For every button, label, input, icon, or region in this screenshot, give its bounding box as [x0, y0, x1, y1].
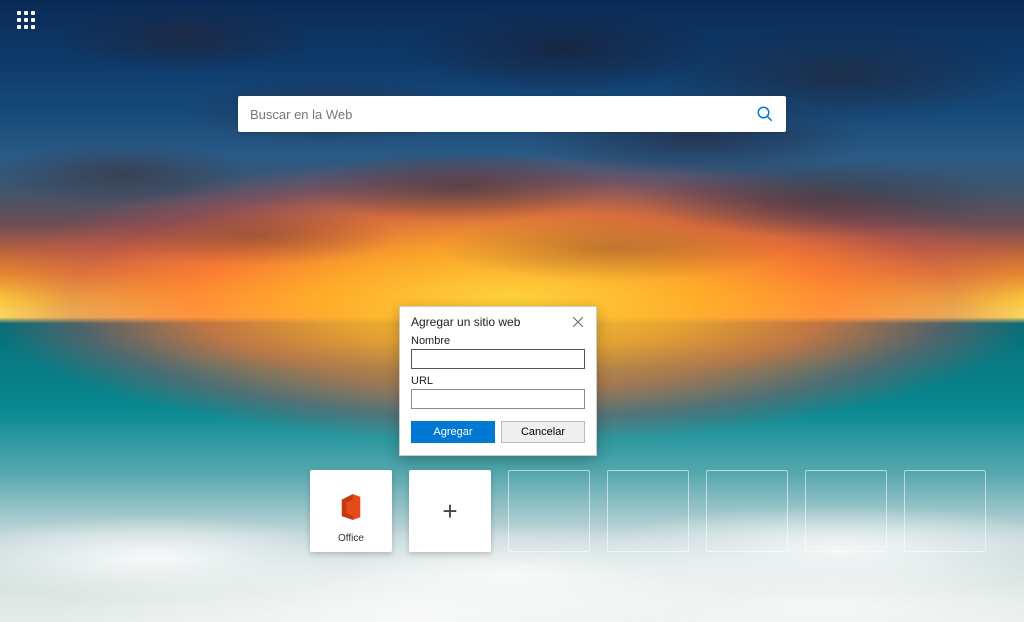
- cancel-button[interactable]: Cancelar: [501, 421, 585, 443]
- search-icon[interactable]: [756, 105, 774, 123]
- tile-office[interactable]: Office: [310, 470, 392, 552]
- url-label: URL: [411, 375, 585, 387]
- tile-placeholder: [904, 470, 986, 552]
- submit-button[interactable]: Agregar: [411, 421, 495, 443]
- tile-placeholder: [805, 470, 887, 552]
- apps-grid-icon[interactable]: [14, 8, 38, 32]
- name-label: Nombre: [411, 335, 585, 347]
- tile-placeholder: [508, 470, 590, 552]
- add-tile-button[interactable]: +: [409, 470, 491, 552]
- search-bar[interactable]: [238, 96, 786, 132]
- office-logo: [340, 494, 362, 520]
- search-input[interactable]: [250, 107, 756, 122]
- tile-placeholder: [607, 470, 689, 552]
- name-field[interactable]: [411, 349, 585, 369]
- close-icon[interactable]: [571, 315, 585, 329]
- tile-placeholder: [706, 470, 788, 552]
- quick-links: Office +: [310, 470, 491, 552]
- plus-icon: +: [442, 498, 457, 524]
- dialog-title: Agregar un sitio web: [411, 315, 520, 329]
- url-field[interactable]: [411, 389, 585, 409]
- add-site-dialog: Agregar un sitio web Nombre URL Agregar …: [399, 306, 597, 456]
- tile-label: Office: [338, 533, 364, 544]
- tile-placeholders: [508, 470, 986, 552]
